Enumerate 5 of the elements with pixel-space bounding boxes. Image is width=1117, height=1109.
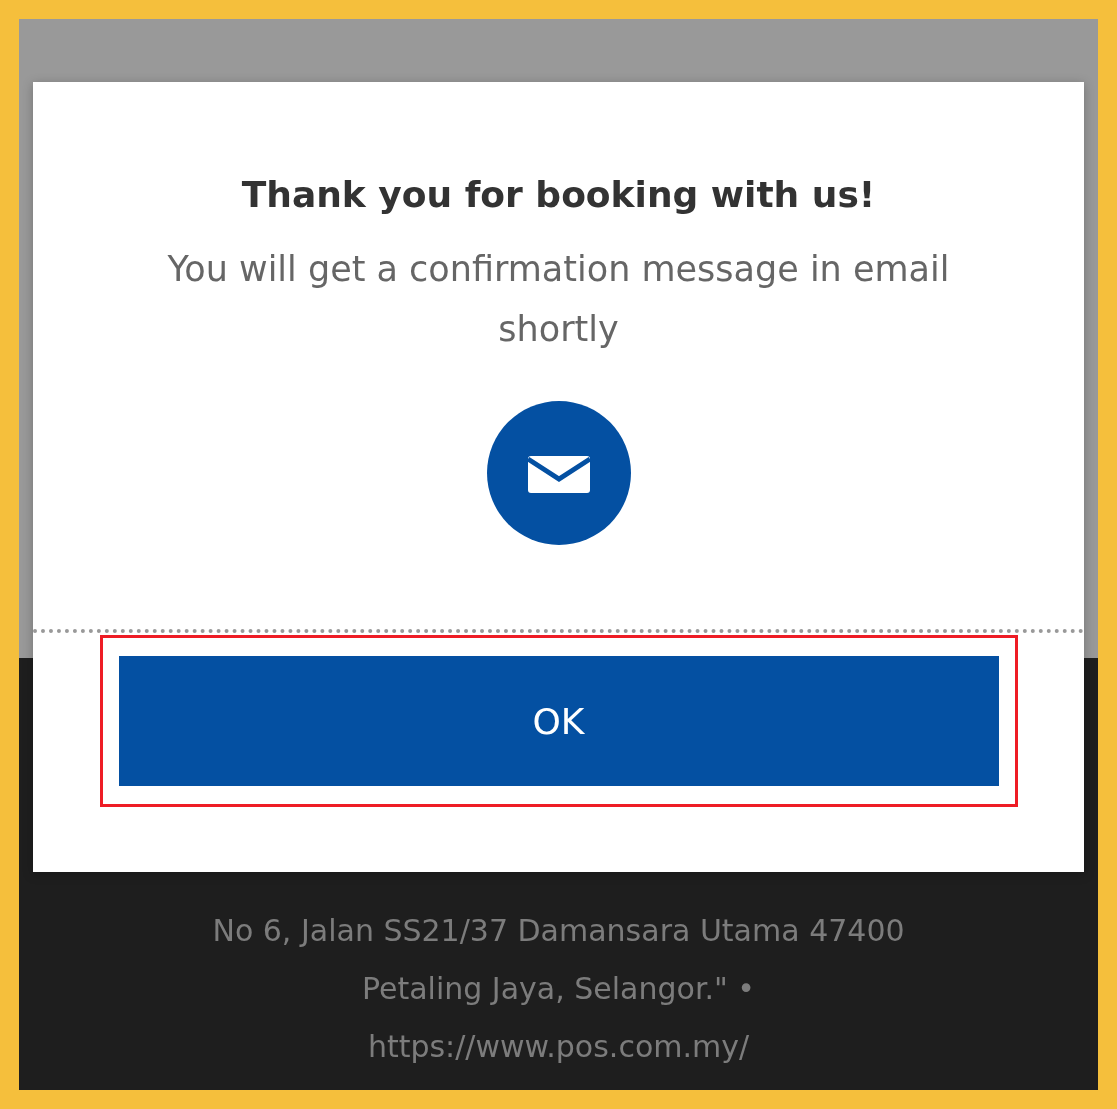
mail-icon: [486, 401, 631, 545]
dialog-message: You will get a confirmation message in email shortly: [166, 248, 951, 351]
dialog-title: Thank you for booking with us!: [241, 174, 876, 215]
website-link[interactable]: https://www.pos.com.my/: [367, 1018, 750, 1076]
ok-button[interactable]: OK: [118, 656, 999, 786]
